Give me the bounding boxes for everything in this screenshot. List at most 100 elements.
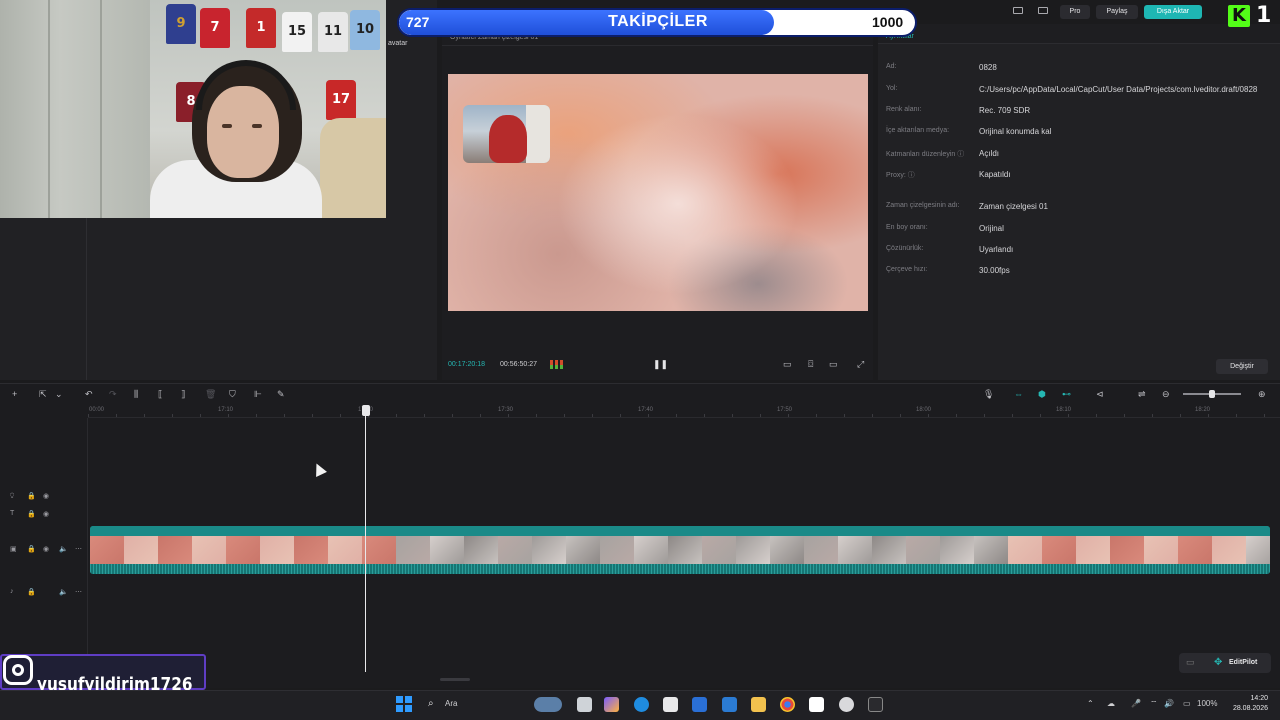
follower-goal-target: 1000: [872, 14, 904, 30]
lock-icon[interactable]: 🔒: [27, 545, 36, 553]
start-tile: [396, 705, 403, 712]
lock-icon[interactable]: 🔒: [27, 492, 36, 500]
task-view-icon[interactable]: [577, 697, 592, 712]
video-track-icon: ▣: [10, 546, 17, 553]
lock-icon[interactable]: 🔒: [27, 510, 36, 518]
battery-icon[interactable]: ▭: [1183, 699, 1191, 708]
webcam-person-eye: [252, 124, 262, 128]
clip-audio-waveform: [90, 564, 1270, 574]
trim-right-icon[interactable]: ⟧: [181, 389, 185, 399]
windows-start-icon[interactable]: [396, 696, 412, 712]
eye-icon[interactable]: ◉: [43, 510, 49, 518]
mute-icon[interactable]: 🔈: [59, 545, 68, 553]
time-ruler[interactable]: [88, 404, 1280, 418]
chrome-icon[interactable]: [780, 697, 795, 712]
prop-value: Orijinal konumda kal: [979, 127, 1052, 136]
more-icon[interactable]: ⋯: [75, 588, 82, 596]
webcam-jersey: 7: [200, 8, 230, 48]
clip-thumbnail: [872, 536, 906, 564]
zoom-slider-knob[interactable]: [1209, 390, 1215, 398]
marker-icon[interactable]: ⛉: [229, 389, 236, 399]
trim-left-icon[interactable]: ⟦: [158, 389, 162, 399]
capcut-icon[interactable]: [809, 697, 824, 712]
fullscreen-icon[interactable]: ⤢: [857, 358, 864, 370]
store-icon[interactable]: [663, 697, 678, 712]
dropbox-icon[interactable]: [692, 697, 707, 712]
prop-key: En boy oranı:: [886, 224, 928, 231]
prop-value: Kapatıldı: [979, 170, 1011, 179]
video-preview[interactable]: [448, 74, 868, 311]
search-icon[interactable]: ⌕: [428, 698, 434, 709]
eye-icon[interactable]: ◉: [43, 545, 49, 553]
zoom-in-icon[interactable]: ⊕: [1258, 389, 1266, 399]
linkage-icon[interactable]: ⊷: [1062, 389, 1071, 399]
modify-button[interactable]: Değiştir: [1216, 359, 1268, 374]
lock-icon[interactable]: 🔒: [27, 588, 36, 596]
delete-icon[interactable]: 🗑: [205, 389, 216, 399]
playhead-line[interactable]: [365, 410, 366, 672]
aspect-ratio-icon[interactable]: ▭: [829, 358, 838, 370]
shortcuts-icon[interactable]: [1038, 7, 1048, 14]
obs-icon[interactable]: [839, 697, 854, 712]
layout-icon[interactable]: [1013, 7, 1023, 14]
select-tool-icon[interactable]: ⇱: [39, 389, 47, 399]
share-button[interactable]: Paylaş: [1096, 5, 1138, 19]
undo-icon[interactable]: ↶: [85, 389, 93, 399]
redo-icon[interactable]: ↷: [109, 389, 117, 399]
pro-badge[interactable]: Pro: [1060, 5, 1090, 19]
zoom-out-icon[interactable]: ⊖: [1162, 389, 1170, 399]
video-clip[interactable]: [90, 526, 1270, 574]
clock-date[interactable]: 28.08.2026: [1210, 705, 1268, 712]
clip-header: [90, 526, 1270, 536]
fit-timeline-icon[interactable]: ⇌: [1138, 389, 1146, 399]
eye-icon[interactable]: ◉: [43, 492, 49, 500]
add-icon[interactable]: +: [12, 389, 17, 399]
more-icon[interactable]: ⋯: [75, 545, 82, 553]
freeze-icon[interactable]: ⊩: [254, 389, 262, 399]
copilot-icon[interactable]: [604, 697, 619, 712]
microphone-tray-icon[interactable]: 🎤: [1131, 699, 1141, 708]
clip-thumbnail: [328, 536, 362, 564]
auto-snap-icon[interactable]: ⬢: [1038, 389, 1046, 399]
playhead-handle[interactable]: [362, 405, 370, 416]
clip-thumbnail: [600, 536, 634, 564]
timeline-scrollbar[interactable]: [440, 678, 470, 681]
microphone-icon[interactable]: 🎙: [983, 389, 994, 399]
edge-icon[interactable]: [634, 697, 649, 712]
auto-cut-icon[interactable]: ✎: [277, 389, 285, 399]
prop-value: 0828: [979, 63, 997, 72]
main-track-magnet-icon[interactable]: ⇔: [1014, 389, 1023, 399]
taskbar-search[interactable]: Ara: [445, 699, 457, 708]
clip-thumbnail: [396, 536, 430, 564]
clip-thumbnail: [566, 536, 600, 564]
clip-thumbnail: [430, 536, 464, 564]
webcam-wardrobe: [0, 0, 150, 218]
volume-icon[interactable]: 🔊: [1164, 699, 1174, 708]
epic-games-icon[interactable]: [868, 697, 883, 712]
clock-time[interactable]: 14:20: [1222, 695, 1268, 702]
webcam-person-eye: [222, 124, 232, 128]
ruler-label: 17:10: [218, 407, 234, 413]
app-icon[interactable]: [722, 697, 737, 712]
chevron-up-icon[interactable]: ⌃: [1087, 699, 1094, 708]
network-icon[interactable]: ⌔: [1150, 699, 1158, 709]
picture-in-picture[interactable]: [463, 105, 550, 163]
quality-icon[interactable]: ▭: [783, 358, 792, 370]
pause-icon[interactable]: ❚❚: [653, 359, 668, 369]
onedrive-icon[interactable]: ☁: [1107, 699, 1115, 708]
file-explorer-icon[interactable]: [751, 697, 766, 712]
editpilot-side-icon[interactable]: ▭: [1186, 657, 1195, 668]
split-icon[interactable]: ⫼: [134, 389, 138, 399]
clip-thumbnail: [90, 536, 124, 564]
prop-key: İçe aktarılan medya:: [886, 127, 950, 134]
mute-icon[interactable]: 🔈: [59, 588, 68, 596]
preview-axis-icon[interactable]: ⊲: [1096, 389, 1104, 399]
prop-value: C:/Users/pc/AppData/Local/CapCut/User Da…: [979, 85, 1258, 94]
start-tile: [396, 696, 403, 703]
export-button[interactable]: Dışa Aktar: [1144, 5, 1202, 19]
screenshot-icon[interactable]: ⌼: [808, 358, 813, 370]
chevron-down-icon[interactable]: ⌄: [55, 389, 63, 399]
audio-track-icon: ♪: [10, 588, 14, 595]
weather-icon[interactable]: [534, 697, 562, 712]
clip-thumbnail: [1144, 536, 1178, 564]
